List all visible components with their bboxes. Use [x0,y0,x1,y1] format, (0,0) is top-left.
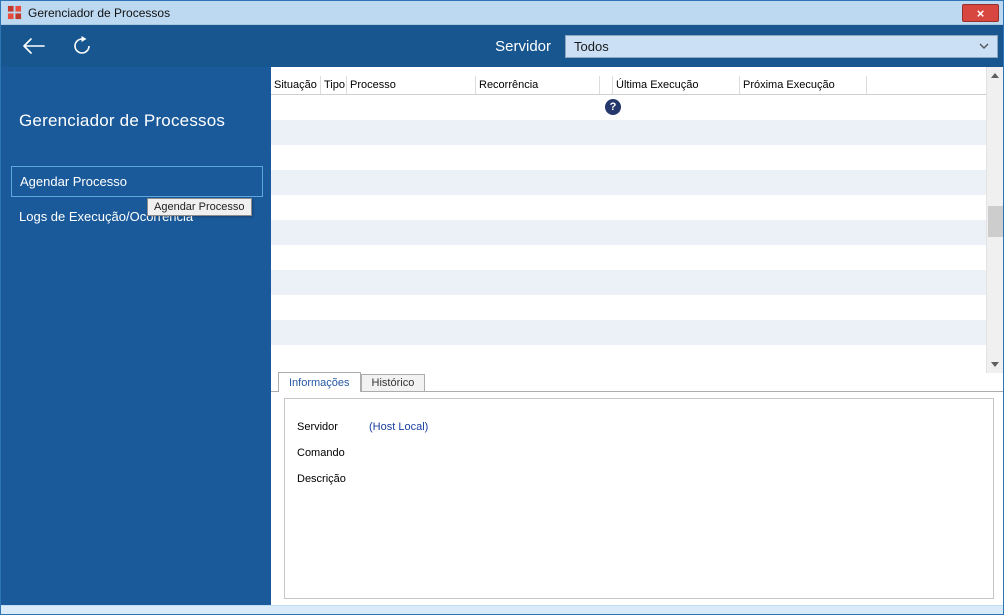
window-body: Gerenciador de Processos Agendar Process… [1,67,1003,605]
column-header-proxima-execucao[interactable]: Próxima Execução [740,76,867,94]
refresh-button[interactable] [65,29,99,63]
column-header-situacao[interactable]: Situação [271,76,321,94]
refresh-icon [72,36,92,56]
grid-row [271,220,986,245]
process-grid-section: Situação Tipo Processo Recorrência Últim… [271,67,1003,373]
help-icon[interactable]: ? [605,99,621,115]
column-header-recorrencia[interactable]: Recorrência [476,76,600,94]
server-label: Servidor [495,37,551,55]
toolbar: Servidor Todos [1,25,1003,67]
grid-row [271,345,986,370]
column-header-ultima-execucao[interactable]: Última Execução [613,76,740,94]
arrow-up-icon [991,73,999,78]
grid-row [271,145,986,170]
column-header-tipo[interactable]: Tipo [321,76,347,94]
sidebar-heading: Gerenciador de Processos [19,111,226,130]
grid-header: Situação Tipo Processo Recorrência Últim… [271,76,986,95]
scrollbar-down-button[interactable] [987,356,1003,373]
grid-row [271,320,986,345]
info-panel: Servidor (Host Local) Comando Descrição [284,398,994,599]
sidebar: Gerenciador de Processos Agendar Process… [1,67,271,605]
titlebar: Gerenciador de Processos × [1,1,1003,25]
grid-row [271,195,986,220]
chevron-down-icon [979,43,989,49]
server-dropdown[interactable]: Todos [565,34,998,58]
back-arrow-icon [23,38,45,54]
window-title: Gerenciador de Processos [28,5,171,20]
tabstrip: Informações Histórico [271,372,1003,392]
column-header-spacer [600,76,613,94]
grid-rows [271,95,986,370]
column-header-filler [867,76,986,94]
tab-historico[interactable]: Histórico [360,374,426,391]
grid-row [271,120,986,145]
process-grid: Situação Tipo Processo Recorrência Últim… [271,67,986,373]
server-dropdown-value: Todos [574,38,609,54]
close-icon: × [976,5,985,21]
main-area: Situação Tipo Processo Recorrência Últim… [271,67,1003,605]
grid-row [271,295,986,320]
arrow-down-icon [991,362,999,367]
grid-row [271,245,986,270]
field-row-descricao: Descrição [297,473,993,499]
field-row-servidor: Servidor (Host Local) [297,421,993,447]
sidebar-item-agendar-processo[interactable]: Agendar Processo [11,166,263,197]
field-row-comando: Comando [297,447,993,473]
tab-informacoes[interactable]: Informações [278,372,361,392]
tooltip: Agendar Processo [147,198,252,216]
info-area: Servidor (Host Local) Comando Descrição [271,392,1003,605]
sidebar-item-label: Agendar Processo [20,174,127,189]
servidor-field-label: Servidor [297,421,338,433]
vertical-scrollbar[interactable] [986,67,1003,373]
servidor-field-value: (Host Local) [369,421,429,433]
grid-row [271,270,986,295]
column-header-processo[interactable]: Processo [347,76,476,94]
descricao-field-label: Descrição [297,473,346,485]
back-button[interactable] [17,29,51,63]
comando-field-label: Comando [297,447,345,459]
grid-row [271,95,986,120]
grid-row [271,170,986,195]
scrollbar-up-button[interactable] [987,67,1003,84]
scrollbar-thumb[interactable] [988,206,1003,237]
close-button[interactable]: × [962,4,999,22]
app-window: Gerenciador de Processos × Servidor Todo… [0,0,1004,615]
app-icon [7,5,22,20]
bottom-strip [1,605,1003,614]
